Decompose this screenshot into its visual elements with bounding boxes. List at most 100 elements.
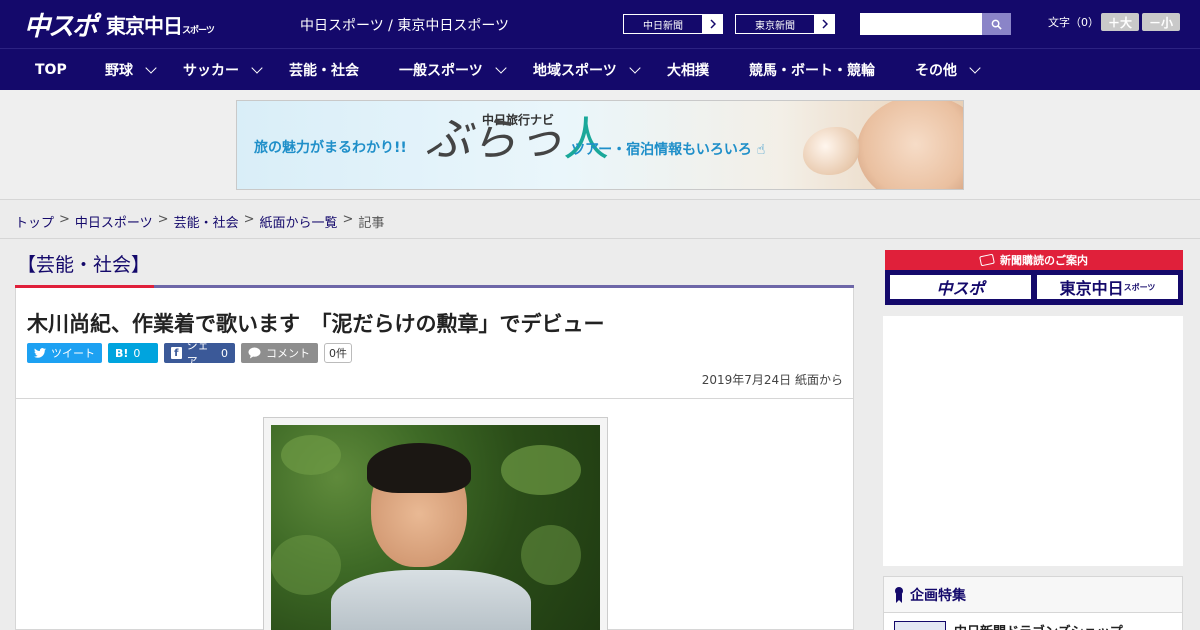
subscription-box: 新聞購読のご案内 中スポ 東京中日 スポーツ — [885, 250, 1183, 305]
breadcrumb-current: 記事 — [358, 216, 385, 231]
search-input[interactable] — [860, 13, 982, 35]
ticket-icon — [979, 253, 995, 267]
article-divider — [16, 398, 853, 399]
article-date: 2019年7月24日 紙面から — [701, 373, 843, 387]
hatena-bookmark-button[interactable]: B! 0 — [108, 343, 158, 363]
nav-item-soccer[interactable]: サッカー — [183, 49, 263, 91]
breadcrumb-bar: トップ > 中日スポーツ > 芸能・社会 > 紙面から一覧 > 記事 — [0, 201, 1200, 239]
chevron-right-icon — [815, 14, 835, 34]
comment-label: コメント — [266, 347, 310, 360]
facebook-icon: f — [171, 347, 182, 359]
tokyo-shimbun-link[interactable]: 東京新聞 — [734, 13, 836, 35]
nav-item-entertainment[interactable]: 芸能・社会 — [289, 49, 359, 91]
comment-count-badge: 0件 — [324, 343, 352, 363]
logo-sub-small: スポーツ — [182, 25, 215, 36]
banner-logo: ぶらっ人 — [425, 103, 609, 169]
subscribe-chuspo-button[interactable]: 中スポ — [888, 273, 1033, 301]
article-photo-frame — [263, 417, 608, 630]
pointing-hand-icon: ☝ — [756, 142, 766, 158]
chevron-down-icon — [145, 61, 157, 74]
font-size-label: 文字（0） — [1048, 16, 1099, 29]
share-buttons: ツイート B! 0 f シェア 0 コメント 0件 — [27, 339, 352, 368]
banner-model-image — [857, 101, 963, 189]
banner-tail-label: ツアー・宿泊情報もいろいろ — [571, 142, 752, 158]
sidebar-ad-slot — [883, 316, 1183, 566]
font-size-increase-button[interactable]: ＋大 — [1101, 13, 1139, 31]
chevron-down-icon — [629, 61, 641, 74]
search-icon — [991, 19, 1002, 30]
comment-button[interactable]: コメント — [241, 343, 318, 363]
nav-item-label: 大相撲 — [667, 63, 709, 79]
breadcrumb-link-chunichi-sports[interactable]: 中日スポーツ — [75, 212, 153, 231]
travel-ad-banner[interactable]: 中日旅行ナビ 旅の魅力がまるわかり!! ぶらっ人 ツアー・宿泊情報もいろいろ ☝ — [236, 100, 964, 190]
article-card: 木川尚紀、作業着で歌います 「泥だらけの勲章」でデビュー ツイート B! 0 f… — [15, 288, 854, 630]
breadcrumb-separator: > — [157, 212, 169, 227]
banner-logo-kana: ぶらっ — [425, 112, 563, 166]
nav-item-general-sports[interactable]: 一般スポーツ — [399, 49, 507, 91]
subscribe-tokyo-chunichi-button[interactable]: 東京中日 スポーツ — [1035, 273, 1180, 301]
top-header: 中スポ 東京中日スポーツ 中日スポーツ / 東京中日スポーツ 中日新聞 東京新聞… — [0, 0, 1200, 48]
ribbon-icon — [895, 586, 903, 603]
hatena-count: 0 — [133, 346, 141, 360]
banner-tail-text: ツアー・宿泊情報もいろいろ ☝ — [571, 139, 765, 159]
twitter-icon — [34, 348, 46, 358]
subscription-heading: 新聞購読のご案内 — [885, 250, 1183, 270]
paper-link-label: 中日新聞 — [623, 14, 703, 34]
paper-link-label: 東京新聞 — [735, 14, 815, 34]
hatena-icon: B! — [115, 346, 129, 360]
nav-item-racing[interactable]: 競馬・ボート・競輪 — [749, 49, 875, 91]
article-photo[interactable] — [271, 425, 600, 630]
chevron-right-icon — [703, 14, 723, 34]
nav-item-baseball[interactable]: 野球 — [105, 49, 157, 91]
facebook-share-button[interactable]: f シェア 0 — [164, 339, 235, 368]
feature-heading: 企画特集 — [884, 577, 1182, 613]
nav-item-local-sports[interactable]: 地域スポーツ — [533, 49, 641, 91]
category-heading: 【芸能・社会】 — [17, 254, 151, 276]
feature-thumbnail — [894, 621, 946, 630]
feature-box: 企画特集 中日新聞ドラゴンズショップ — [883, 576, 1183, 630]
nav-item-label: 一般スポーツ — [399, 63, 483, 79]
subscribe-tokyo-label: 東京中日 — [1059, 279, 1124, 298]
nav-item-sumo[interactable]: 大相撲 — [667, 49, 709, 91]
site-logo[interactable]: 中スポ 東京中日スポーツ — [24, 8, 215, 42]
comment-icon — [248, 347, 261, 359]
subscribe-tokyo-small: スポーツ — [1123, 281, 1156, 292]
nav-item-others[interactable]: その他 — [915, 49, 981, 91]
breadcrumb-separator: > — [59, 212, 70, 227]
photo-foliage — [281, 435, 341, 475]
logo-chuspo: 中スポ — [24, 11, 98, 42]
photo-foliage — [501, 445, 581, 495]
banner-lead-text: 旅の魅力がまるわかり!! — [254, 140, 407, 156]
nav-item-label: その他 — [915, 63, 957, 79]
nav-item-label: 芸能・社会 — [289, 63, 359, 79]
chunichi-shimbun-link[interactable]: 中日新聞 — [622, 13, 724, 35]
breadcrumb-link-entertainment[interactable]: 芸能・社会 — [174, 212, 239, 231]
nav-item-top[interactable]: TOP — [35, 49, 67, 91]
chevron-down-icon — [495, 61, 507, 74]
nav-item-label: TOP — [35, 62, 67, 78]
breadcrumb: トップ > 中日スポーツ > 芸能・社会 > 紙面から一覧 > 記事 — [15, 212, 384, 231]
font-size-decrease-button[interactable]: －小 — [1142, 13, 1180, 31]
logo-tokyo-chunichi: 東京中日スポーツ — [106, 10, 215, 39]
feature-item[interactable]: 中日新聞ドラゴンズショップ — [894, 621, 1123, 630]
photo-foliage — [271, 535, 341, 595]
tweet-label: ツイート — [51, 347, 95, 360]
search-button[interactable] — [982, 13, 1011, 35]
feature-item-label: 中日新聞ドラゴンズショップ — [954, 621, 1123, 630]
breadcrumb-separator: > — [342, 212, 354, 227]
nav-item-label: 地域スポーツ — [533, 63, 617, 79]
logo-sub-text: 東京中日 — [106, 13, 183, 38]
tweet-button[interactable]: ツイート — [27, 343, 102, 363]
photo-foliage — [521, 525, 581, 585]
photo-person-hair — [367, 443, 471, 493]
banner-shell-image — [803, 127, 859, 175]
chevron-down-icon — [969, 61, 981, 74]
nav-item-label: 競馬・ボート・競輪 — [749, 63, 875, 79]
subscription-heading-label: 新聞購読のご案内 — [1000, 254, 1088, 267]
breadcrumb-link-top[interactable]: トップ — [15, 212, 54, 231]
breadcrumb-link-paper-list[interactable]: 紙面から一覧 — [260, 212, 338, 231]
site-title[interactable]: 中日スポーツ / 東京中日スポーツ — [300, 15, 509, 35]
breadcrumb-separator: > — [243, 212, 255, 227]
photo-person-body — [331, 570, 531, 630]
nav-item-label: サッカー — [183, 63, 239, 79]
